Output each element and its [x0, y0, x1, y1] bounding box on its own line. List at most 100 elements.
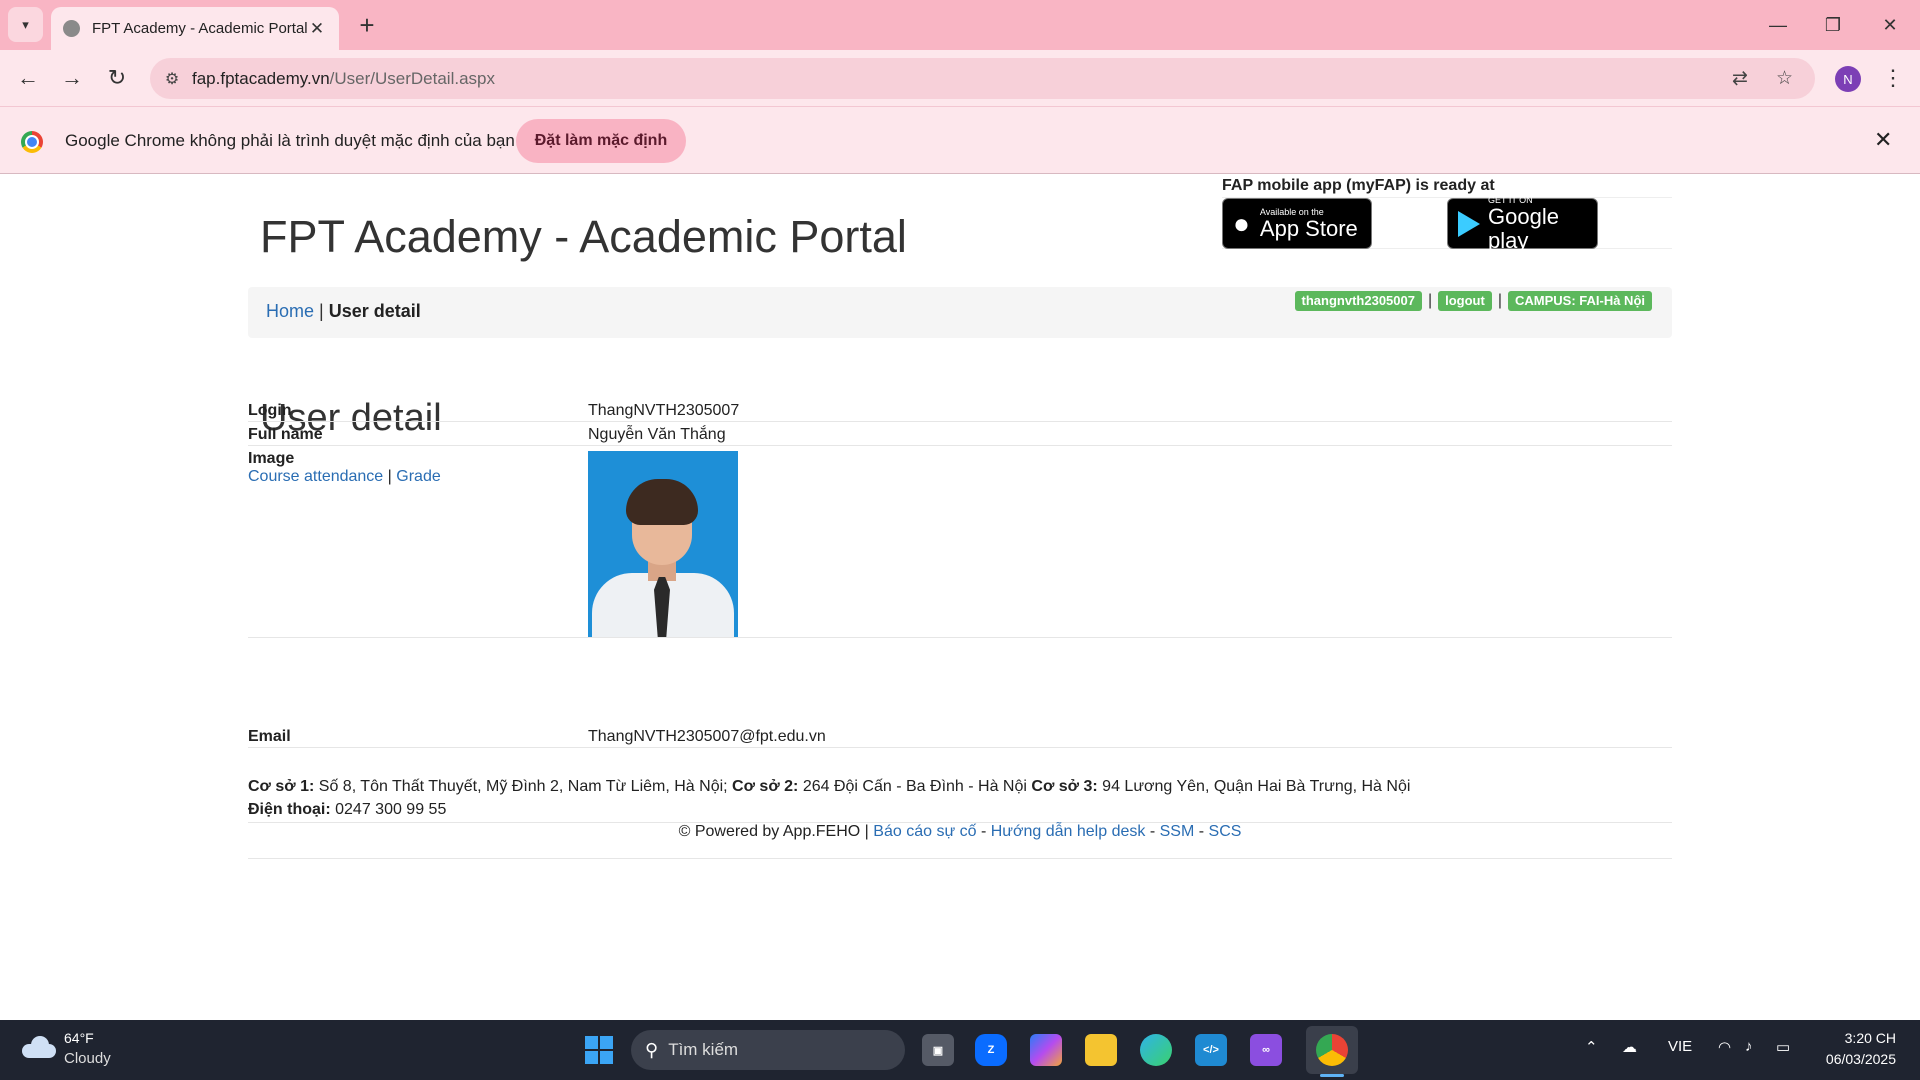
campus2-address: 264 Đội Cấn - Ba Đình - Hà Nội [802, 778, 1027, 795]
google-play-icon [1458, 210, 1480, 237]
zalo-icon[interactable]: Z [975, 1034, 1007, 1066]
translate-icon[interactable]: ⇄ [1732, 67, 1748, 90]
helpdesk-guide-link[interactable]: Hướng dẫn help desk [991, 823, 1146, 840]
site-settings-icon[interactable]: ⚙ [152, 69, 192, 89]
language-indicator[interactable]: VIE [1668, 1038, 1692, 1055]
forward-button[interactable]: → [56, 62, 88, 94]
globe-icon [63, 20, 80, 37]
back-button[interactable]: ← [12, 62, 44, 94]
page-content: FAP mobile app (myFAP) is ready at ● Ava… [0, 175, 1920, 1020]
username-label[interactable]: thangnvth2305007 [1294, 291, 1422, 311]
label-separator: | [1497, 292, 1502, 309]
detail-key: Full name [248, 426, 323, 443]
onedrive-icon[interactable]: ☁ [1622, 1038, 1637, 1056]
portal-title: FPT Academy - Academic Portal [260, 211, 907, 262]
infobar-message: Google Chrome không phải là trình duyệt … [65, 131, 515, 150]
bookmark-star-icon[interactable]: ☆ [1776, 67, 1793, 90]
taskbar-search[interactable]: ⚲ Tìm kiếm [631, 1030, 905, 1070]
menu-kebab-icon[interactable]: ⋮ [1880, 64, 1906, 92]
chrome-icon[interactable] [1316, 1034, 1348, 1066]
window-close-button[interactable]: ✕ [1872, 10, 1908, 40]
clock-time[interactable]: 3:20 CH [1820, 1030, 1896, 1046]
appstore-small-text: Available on the [1259, 206, 1324, 217]
set-default-button[interactable]: Đặt làm mặc định [516, 119, 686, 163]
chrome-logo-icon [21, 131, 43, 153]
tab-close-icon[interactable]: ✕ [307, 19, 327, 39]
detail-row-image: Image [248, 450, 1672, 638]
clock-date[interactable]: 06/03/2025 [1800, 1051, 1896, 1067]
campus3-address: 94 Lương Yên, Quận Hai Bà Trưng, Hà Nội [1102, 778, 1411, 795]
breadcrumb-separator: | [319, 301, 324, 321]
breadcrumb-home-link[interactable]: Home [266, 301, 314, 321]
detail-row-login: Login ThangNVTH2305007 [248, 402, 1672, 422]
chevron-up-icon[interactable]: ⌃ [1585, 1038, 1598, 1056]
scs-link[interactable]: SCS [1209, 823, 1242, 840]
powered-by-text: © Powered by App.FEHO | [678, 823, 869, 840]
googleplay-small-text: GET IT ON [1488, 194, 1533, 205]
app-store-badge[interactable]: ● Available on the App Store [1222, 198, 1372, 249]
tab-active[interactable]: FPT Academy - Academic Portal ✕ [51, 7, 339, 50]
active-app-indicator [1320, 1074, 1344, 1077]
tab-title: FPT Academy - Academic Portal [92, 20, 307, 37]
new-tab-button[interactable]: + [352, 10, 382, 40]
restore-button[interactable]: ❐ [1815, 10, 1851, 40]
detail-row-fullname: Full name Nguyễn Văn Thắng [248, 426, 1672, 446]
breadcrumb: Home | User detail thangnvth2305007 | lo… [248, 287, 1672, 338]
dash-separator: - [980, 823, 987, 840]
campus1-label: Cơ sở 1: [248, 778, 315, 795]
file-explorer-icon[interactable] [1085, 1034, 1117, 1066]
url-path: /User/UserDetail.aspx [329, 68, 495, 88]
visual-studio-icon[interactable]: ∞ [1250, 1034, 1282, 1066]
detail-key: Login [248, 402, 292, 419]
divider [248, 858, 1672, 859]
battery-icon[interactable]: ▭ [1776, 1038, 1790, 1056]
cloud-icon[interactable] [22, 1034, 56, 1058]
dash-separator: - [1149, 823, 1156, 840]
ssm-link[interactable]: SSM [1160, 823, 1195, 840]
volume-icon[interactable]: ♪ [1745, 1038, 1753, 1055]
edge-icon[interactable] [1140, 1034, 1172, 1066]
campus2-label: Cơ sở 2: [732, 778, 799, 795]
detail-key: Email [248, 728, 291, 745]
dash-separator: - [1198, 823, 1205, 840]
detail-key: Image [248, 450, 295, 467]
vscode-icon[interactable]: </> [1195, 1034, 1227, 1066]
search-icon: ⚲ [645, 1039, 659, 1060]
taskbar-search-placeholder: Tìm kiếm [668, 1040, 739, 1059]
appstore-big-text: App Store [1259, 215, 1358, 241]
copilot-icon[interactable] [1030, 1034, 1062, 1066]
detail-row-email: Email ThangNVTH2305007@fpt.edu.vn [248, 728, 1672, 748]
taskbar: 64°F Cloudy ⚲ Tìm kiếm ▣ Z </> ∞ ⌃ ☁ VIE… [0, 1020, 1920, 1080]
googleplay-big-text: Google play [1488, 203, 1559, 253]
weather-description[interactable]: Cloudy [64, 1050, 111, 1067]
detail-value: ThangNVTH2305007 [588, 402, 740, 419]
report-issue-link[interactable]: Báo cáo sự cố [873, 823, 976, 840]
campus-label[interactable]: CAMPUS: FAI-Hà Nội [1508, 291, 1652, 311]
chevron-down-icon: ▾ [22, 16, 29, 32]
reload-button[interactable]: ↻ [101, 62, 133, 94]
footer-address: Cơ sở 1: Số 8, Tôn Thất Thuyết, Mỹ Đình … [248, 775, 1410, 821]
campus3-label: Cơ sở 3: [1031, 778, 1098, 795]
user-photo [588, 451, 738, 637]
mobile-app-notice: FAP mobile app (myFAP) is ready at [1222, 177, 1495, 194]
infobar-close-icon[interactable]: ✕ [1874, 127, 1892, 153]
browser-toolbar: ← → ↻ ⚙ fap.fptacademy.vn/User/UserDetai… [0, 50, 1920, 106]
weather-temperature[interactable]: 64°F [64, 1030, 94, 1046]
tab-search-button[interactable]: ▾ [8, 7, 43, 42]
task-view-icon[interactable]: ▣ [922, 1034, 954, 1066]
phone-number: 0247 300 99 55 [335, 801, 447, 818]
tab-strip: ▾ FPT Academy - Academic Portal ✕ + — ❐ … [0, 0, 1920, 50]
google-play-badge[interactable]: GET IT ON Google play [1447, 194, 1598, 252]
start-windows-icon[interactable] [585, 1036, 613, 1064]
profile-avatar[interactable]: N [1835, 66, 1861, 92]
powered-by-line: © Powered by App.FEHO | Báo cáo sự cố - … [0, 823, 1920, 841]
apple-icon: ● [1233, 207, 1250, 239]
label-separator: | [1427, 292, 1433, 309]
address-bar[interactable]: ⚙ fap.fptacademy.vn/User/UserDetail.aspx… [150, 58, 1815, 99]
logout-label[interactable]: logout [1438, 291, 1492, 311]
detail-value: Nguyễn Văn Thắng [588, 426, 726, 443]
campus1-address: Số 8, Tôn Thất Thuyết, Mỹ Đình 2, Nam Từ… [318, 778, 728, 795]
wifi-icon[interactable]: ◠ [1718, 1038, 1731, 1056]
default-browser-infobar: Google Chrome không phải là trình duyệt … [0, 106, 1920, 174]
minimize-button[interactable]: — [1760, 10, 1796, 40]
